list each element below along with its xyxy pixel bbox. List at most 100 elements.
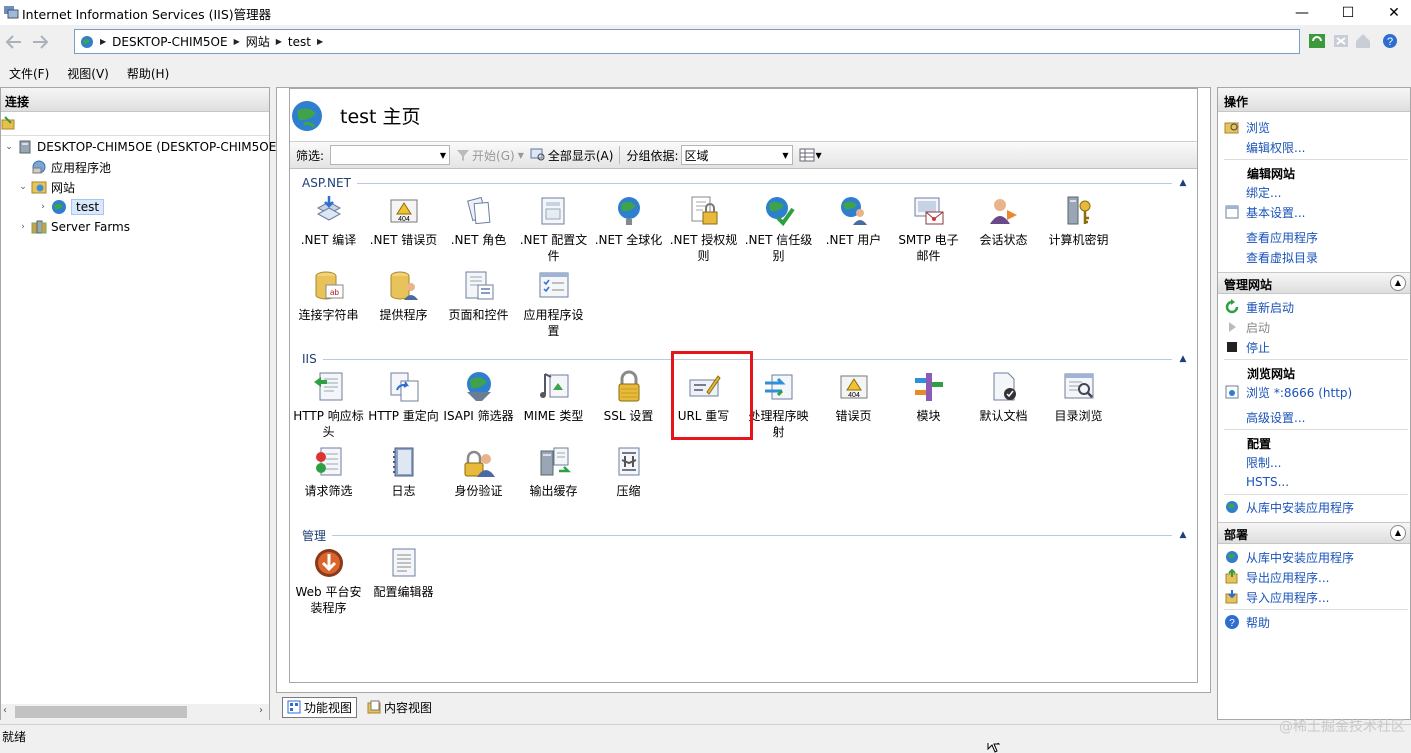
action-deploy-install[interactable]: 从库中安装应用程序 (1218, 547, 1410, 567)
group-by-select[interactable]: 区域 ▼ (680, 145, 793, 165)
group-header-aspnet[interactable]: ASP.NET ▲ (302, 176, 1190, 190)
action-limits[interactable]: 限制... (1218, 452, 1410, 472)
stop-icon[interactable] (1332, 32, 1350, 50)
feature-net-error-pages[interactable]: 404 .NET 错误页 (366, 194, 441, 248)
feature-error-pages[interactable]: 404 错误页 (816, 370, 891, 424)
tree-item-server-farms[interactable]: › Server Farms (17, 217, 130, 237)
refresh-icon[interactable] (1308, 32, 1326, 50)
address-breadcrumb-box[interactable]: ▶ DESKTOP-CHIM5OE ▶ 网站 ▶ test ▶ (74, 29, 1300, 54)
action-browse[interactable]: 浏览 (1218, 117, 1410, 137)
menu-help[interactable]: 帮助(H) (118, 63, 178, 83)
feature-pages-and-controls[interactable]: 页面和控件 (441, 269, 516, 323)
deploy-section-header[interactable]: 部署 ▲ (1218, 522, 1410, 544)
horizontal-scrollbar[interactable]: ‹ › (1, 704, 269, 720)
feature-smtp-email[interactable]: SMTP 电子 邮件 (891, 194, 966, 264)
tree-item-sites[interactable]: ⌄ 网站 (17, 177, 75, 197)
action-export-app[interactable]: 导出应用程序... (1218, 567, 1410, 587)
tree-item-test[interactable]: › test (37, 197, 105, 217)
forward-button[interactable] (28, 30, 52, 54)
feature-net-globalization[interactable]: .NET 全球化 (591, 194, 666, 248)
back-button[interactable] (2, 30, 26, 54)
home-icon[interactable] (1354, 32, 1372, 50)
breadcrumb-item-server[interactable]: DESKTOP-CHIM5OE (112, 35, 227, 49)
manage-site-section-header[interactable]: 管理网站 ▲ (1218, 272, 1410, 294)
feature-connection-strings[interactable]: ab 连接字符串 (291, 269, 366, 323)
feature-web-platform-installer[interactable]: Web 平台安 装程序 (291, 546, 366, 616)
action-start: 启动 (1218, 317, 1410, 337)
action-import-app[interactable]: 导入应用程序... (1218, 587, 1410, 607)
close-button[interactable]: ✕ (1371, 0, 1411, 25)
action-basic-settings[interactable]: 基本设置... (1218, 202, 1410, 222)
collapse-section-icon[interactable]: ▲ (1390, 275, 1406, 291)
action-edit-permissions[interactable]: 编辑权限... (1218, 137, 1410, 157)
menu-file[interactable]: 文件(F) (0, 63, 58, 83)
help-dropdown-icon[interactable]: ? (1382, 32, 1400, 50)
group-header-management[interactable]: 管理 ▲ (302, 528, 1190, 543)
feature-output-caching[interactable]: 输出缓存 (516, 445, 591, 499)
feature-http-response-headers[interactable]: HTTP 响应标头 (291, 370, 366, 440)
feature-machine-key[interactable]: 计算机密钥 (1041, 194, 1116, 248)
maximize-button[interactable]: ☐ (1325, 0, 1371, 25)
expand-icon[interactable]: › (37, 202, 49, 212)
action-view-applications[interactable]: 查看应用程序 (1218, 227, 1410, 247)
collapse-group-icon[interactable]: ▲ (1176, 354, 1190, 364)
expand-icon[interactable]: › (17, 222, 29, 232)
scrollbar-thumb[interactable] (15, 706, 187, 718)
collapse-group-icon[interactable]: ▲ (1176, 530, 1190, 540)
action-advanced-settings[interactable]: 高级设置... (1218, 407, 1410, 427)
scroll-right-icon[interactable]: › (259, 705, 263, 716)
action-stop[interactable]: 停止 (1218, 337, 1410, 357)
tree-item-server[interactable]: ⌄ DESKTOP-CHIM5OE (DESKTOP-CHIM5OE (3, 137, 276, 157)
action-bindings[interactable]: 绑定... (1218, 182, 1410, 202)
action-restart[interactable]: 重新启动 (1218, 297, 1410, 317)
feature-configuration-editor[interactable]: 配置编辑器 (366, 546, 441, 600)
feature-providers[interactable]: 提供程序 (366, 269, 441, 323)
feature-net-trust-levels[interactable]: .NET 信任级别 (741, 194, 816, 264)
feature-modules[interactable]: 模块 (891, 370, 966, 424)
feature-ssl-settings[interactable]: SSL 设置 (591, 370, 666, 424)
breadcrumb-item-sites[interactable]: 网站 (246, 33, 270, 50)
divider (1224, 609, 1408, 610)
feature-directory-browsing[interactable]: 目录浏览 (1041, 370, 1116, 424)
feature-net-users[interactable]: .NET 用户 (816, 194, 891, 248)
show-all-button[interactable]: 全部显示(A) (530, 147, 613, 164)
tab-features-view[interactable]: 功能视图 (282, 696, 358, 718)
collapse-icon[interactable]: ⌄ (17, 182, 29, 192)
divider (1224, 494, 1408, 495)
connect-icon[interactable] (1, 116, 15, 130)
action-help[interactable]: ? 帮助 (1218, 612, 1410, 632)
feature-net-config-file[interactable]: .NET 配置文件 (516, 194, 591, 264)
feature-http-redirect[interactable]: HTTP 重定向 (366, 370, 441, 424)
feature-request-filtering[interactable]: 请求筛选 (291, 445, 366, 499)
feature-mime-types[interactable]: MIME 类型 (516, 370, 591, 424)
feature-app-settings[interactable]: 应用程序设置 (516, 269, 591, 339)
feature-net-roles[interactable]: .NET 角色 (441, 194, 516, 248)
tab-content-view[interactable]: 内容视图 (363, 698, 436, 717)
feature-logging[interactable]: 日志 (366, 445, 441, 499)
feature-default-document[interactable]: 默认文档 (966, 370, 1041, 424)
collapse-group-icon[interactable]: ▲ (1176, 178, 1190, 188)
collapse-section-icon[interactable]: ▲ (1390, 525, 1406, 541)
breadcrumb-item-test[interactable]: test (288, 35, 311, 49)
action-browse-port[interactable]: 浏览 *:8666 (http) (1218, 382, 1410, 402)
feature-net-authorization-rules[interactable]: .NET 授权规则 (666, 194, 741, 264)
watermark: @稀土掘金技术社区 (1279, 719, 1405, 735)
minimize-button[interactable]: — (1279, 0, 1325, 25)
feature-authentication[interactable]: 身份验证 (441, 445, 516, 499)
feature-isapi-filters[interactable]: ISAPI 筛选器 (441, 370, 516, 424)
feature-compression[interactable]: 压缩 (591, 445, 666, 499)
action-install-from-gallery[interactable]: 从库中安装应用程序 (1218, 497, 1410, 517)
menu-view[interactable]: 视图(V) (58, 63, 118, 83)
address-toolbar: ▶ DESKTOP-CHIM5OE ▶ 网站 ▶ test ▶ ? (0, 28, 1411, 57)
action-hsts[interactable]: HSTS... (1218, 472, 1410, 492)
feature-net-compilation[interactable]: .NET 编译 (291, 194, 366, 248)
directory-browsing-icon (1064, 373, 1093, 399)
view-mode-button[interactable]: ▼ (799, 148, 822, 162)
tree-item-app-pools[interactable]: 应用程序池 (17, 157, 111, 177)
scroll-left-icon[interactable]: ‹ (3, 705, 7, 716)
start-filter-button[interactable]: 开始(G) ▼ (456, 147, 524, 164)
filter-input[interactable]: ▼ (330, 145, 451, 165)
collapse-icon[interactable]: ⌄ (3, 142, 15, 152)
action-view-virtual-dirs[interactable]: 查看虚拟目录 (1218, 247, 1410, 267)
feature-session-state[interactable]: 会话状态 (966, 194, 1041, 248)
